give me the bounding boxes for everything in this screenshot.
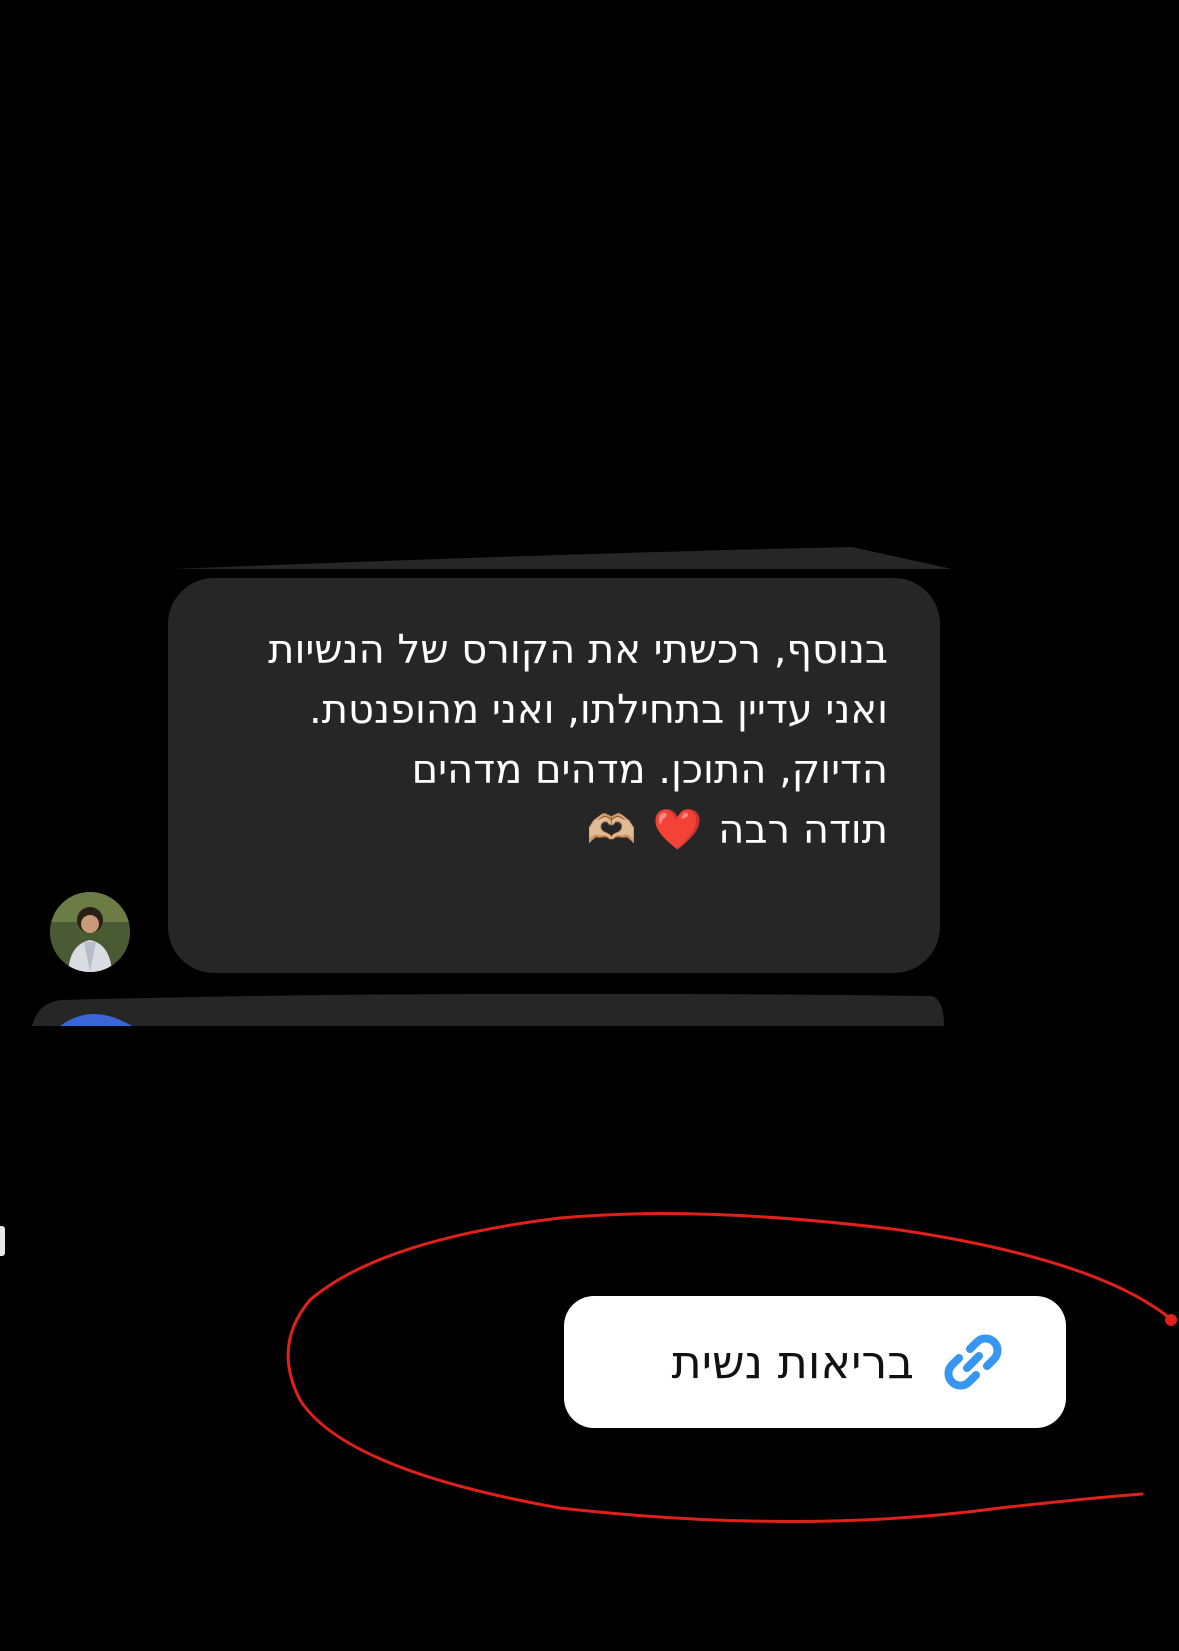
- message-text: בנוסף, רכשתי את הקורס של הנשיות ואני עדי…: [268, 627, 888, 793]
- heart-emoji-icon: ❤️: [652, 807, 703, 853]
- message-thanks-line: תודה רבה ❤️ 🫶🏼: [208, 800, 888, 860]
- link-sticker-label: בריאות נשית: [671, 1335, 914, 1389]
- heart-hands-emoji-icon: 🫶🏼: [586, 807, 637, 853]
- link-sticker-button[interactable]: בריאות נשית: [564, 1296, 1066, 1428]
- link-icon: [944, 1334, 1002, 1390]
- screen-edge: [0, 1226, 5, 1256]
- message-bubble[interactable]: בנוסף, רכשתי את הקורס של הנשיות ואני עדי…: [168, 578, 940, 973]
- thanks-text: תודה רבה: [718, 807, 888, 853]
- avatar[interactable]: [50, 892, 130, 972]
- next-message-edge: [32, 993, 944, 1026]
- previous-message-edge: [172, 547, 952, 569]
